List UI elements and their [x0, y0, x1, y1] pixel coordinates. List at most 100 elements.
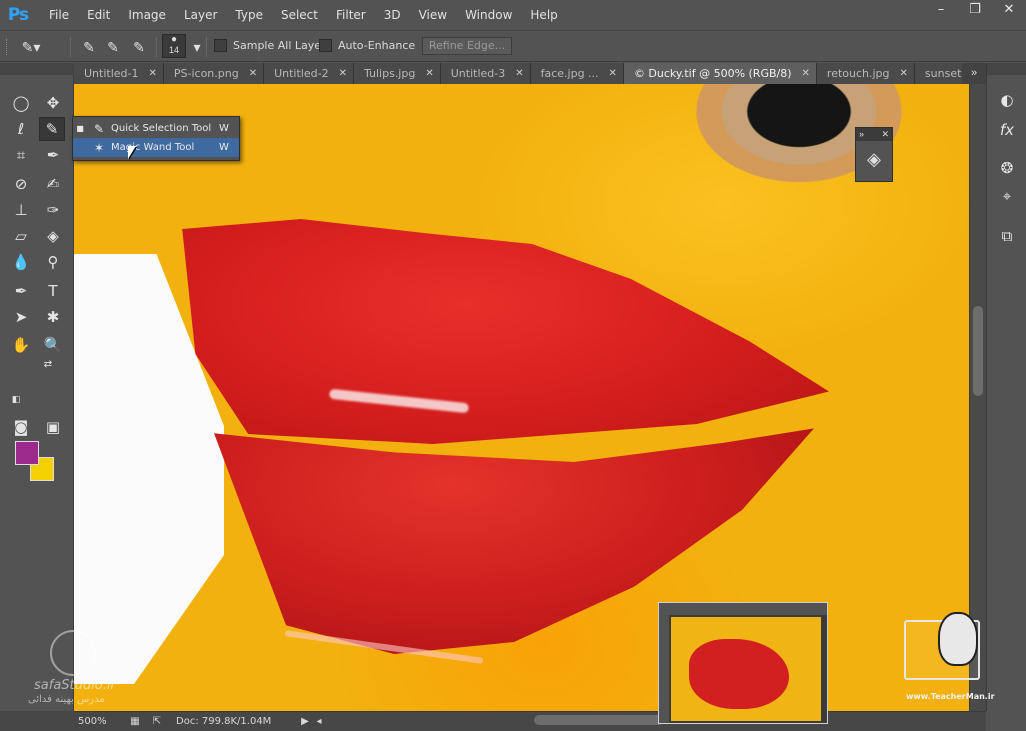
selection-tool-flyout: ■ ✎ Quick Selection Tool W ✶ Magic Wand …	[72, 116, 240, 161]
vertical-scroll-thumb[interactable]	[973, 306, 983, 396]
flyout-item-magic-wand[interactable]: ✶ Magic Wand Tool W	[73, 138, 239, 157]
tab-untitled-1[interactable]: Untitled-1 ✕	[74, 63, 164, 84]
tab-ducky[interactable]: © Ducky.tif @ 500% (RGB/8) ✕	[623, 63, 817, 84]
tab-tulips[interactable]: Tulips.jpg ✕	[353, 63, 441, 84]
move-tool-icon[interactable]: ✥	[40, 91, 66, 115]
zoom-level[interactable]: 500%	[74, 716, 124, 727]
close-window-button[interactable]: ✕	[992, 0, 1026, 22]
tab-ps-icon[interactable]: PS-icon.png ✕	[163, 63, 265, 84]
subtract-from-selection-brush-icon[interactable]: ✎	[128, 37, 150, 57]
tab-close-icon[interactable]: ✕	[802, 68, 810, 79]
tabs-overflow-button[interactable]: »	[962, 63, 986, 84]
tool-preset-picker-icon[interactable]: ✎▾	[20, 37, 42, 57]
swap-colors-icon[interactable]: ⇄	[40, 357, 56, 371]
horizontal-scroll-thumb[interactable]	[534, 715, 664, 725]
tab-close-icon[interactable]: ✕	[515, 68, 523, 79]
panel-header[interactable]: » ✕	[856, 128, 892, 141]
blur-tool-icon[interactable]: 💧	[8, 250, 34, 274]
menu-help[interactable]: Help	[521, 0, 566, 30]
zoom-tool-icon[interactable]: 🔍	[40, 333, 66, 357]
status-menu-arrow-icon[interactable]: ▶	[298, 716, 312, 727]
brush-size-value: 14	[168, 45, 179, 55]
marquee-tool-icon[interactable]: ◯	[8, 91, 34, 115]
quick-mask-icon[interactable]: ◙	[8, 415, 34, 439]
default-colors-icon[interactable]: ◧	[8, 393, 24, 407]
options-bar-grip[interactable]	[6, 39, 9, 55]
styles-fx-icon[interactable]: fx	[995, 119, 1019, 141]
refine-edge-button[interactable]: Refine Edge...	[422, 37, 512, 55]
new-selection-brush-icon[interactable]: ✎	[78, 37, 100, 57]
add-to-selection-brush-icon[interactable]: ✎	[102, 37, 124, 57]
checkbox-box[interactable]	[214, 39, 227, 52]
brush-tool-icon[interactable]: ✍	[40, 172, 66, 196]
dock-header[interactable]	[987, 63, 1026, 75]
document-canvas[interactable]	[74, 84, 969, 711]
menu-3d[interactable]: 3D	[375, 0, 410, 30]
eraser-tool-icon[interactable]: ▱	[8, 224, 34, 248]
eyedropper-tool-icon[interactable]: ✒	[40, 143, 66, 167]
toolbar-header[interactable]	[0, 63, 74, 75]
watermark-url: www.TeacherMan.ir	[906, 692, 995, 701]
horizontal-scrollbar[interactable]	[356, 715, 956, 727]
close-panel-icon[interactable]: ✕	[881, 128, 889, 141]
menu-file[interactable]: File	[40, 0, 78, 30]
pen-tool-icon[interactable]: ✒	[8, 279, 34, 303]
properties-icon[interactable]: ⧉	[995, 225, 1019, 247]
hand-tool-icon[interactable]: ✋	[8, 333, 34, 357]
menu-window[interactable]: Window	[456, 0, 521, 30]
menu-edit[interactable]: Edit	[78, 0, 119, 30]
path-selection-tool-icon[interactable]: ➤	[8, 305, 34, 329]
lasso-tool-icon[interactable]: ℓ	[8, 117, 34, 141]
menu-type[interactable]: Type	[226, 0, 272, 30]
checkbox-box[interactable]	[319, 39, 332, 52]
menu-filter[interactable]: Filter	[327, 0, 375, 30]
tab-close-icon[interactable]: ✕	[425, 68, 433, 79]
export-icon[interactable]: ⇱	[146, 716, 168, 727]
quick-selection-tool-icon[interactable]: ✎	[39, 117, 65, 141]
healing-brush-tool-icon[interactable]: ⊘	[8, 172, 34, 196]
tab-label: Untitled-2	[274, 67, 329, 80]
sample-all-layers-checkbox[interactable]: Sample All Layers	[214, 39, 331, 52]
brush-size-picker[interactable]: ● 14	[162, 34, 186, 58]
paths-icon[interactable]: ⌖	[995, 185, 1019, 207]
tab-label: face.jpg ...	[540, 67, 599, 80]
flyout-item-quick-selection[interactable]: ■ ✎ Quick Selection Tool W	[73, 119, 239, 138]
tab-face[interactable]: face.jpg ... ✕	[530, 63, 624, 84]
gpu-status-icon: ▦	[130, 716, 140, 727]
tab-close-icon[interactable]: ✕	[609, 68, 617, 79]
menu-view[interactable]: View	[410, 0, 456, 30]
tab-retouch[interactable]: retouch.jpg ✕	[816, 63, 915, 84]
restore-button[interactable]: ❐	[958, 0, 992, 22]
tools-panel: ◯ ✥ ℓ ✎ ⌗ ✒ ⊘ ✍ ⊥ ✑ ▱ ◈ 💧 ⚲ ✒ T ➤ ✱ ✋ 🔍 …	[0, 75, 74, 711]
brush-picker-chevron-icon[interactable]: ▾	[186, 37, 208, 57]
crop-tool-icon[interactable]: ⌗	[8, 143, 34, 167]
collapsed-layers-panel: » ✕ ◈	[855, 127, 893, 182]
screen-mode-icon[interactable]: ▣	[40, 415, 66, 439]
scroll-left-icon[interactable]: ◂	[312, 716, 326, 727]
tab-close-icon[interactable]: ✕	[249, 68, 257, 79]
history-brush-tool-icon[interactable]: ✑	[40, 198, 66, 222]
custom-shape-tool-icon[interactable]: ✱	[40, 305, 66, 329]
tab-untitled-2[interactable]: Untitled-2 ✕	[264, 63, 354, 84]
paint-bucket-tool-icon[interactable]: ◈	[40, 224, 66, 248]
expand-panel-icon[interactable]: »	[859, 128, 864, 141]
dodge-tool-icon[interactable]: ⚲	[40, 250, 66, 274]
safastudio-logo-icon	[50, 630, 96, 676]
clone-stamp-tool-icon[interactable]: ⊥	[8, 198, 34, 222]
foreground-color-swatch[interactable]	[15, 441, 39, 465]
menu-select[interactable]: Select	[272, 0, 327, 30]
magic-wand-icon: ✶	[93, 140, 105, 155]
type-tool-icon[interactable]: T	[40, 279, 66, 303]
adjustments-icon[interactable]: ◐	[995, 89, 1019, 111]
menu-layer[interactable]: Layer	[175, 0, 226, 30]
tab-close-icon[interactable]: ✕	[900, 68, 908, 79]
auto-enhance-checkbox[interactable]: Auto-Enhance	[319, 39, 415, 52]
tab-untitled-3[interactable]: Untitled-3 ✕	[440, 63, 531, 84]
channels-icon[interactable]: ❂	[995, 157, 1019, 179]
tab-close-icon[interactable]: ✕	[148, 68, 156, 79]
layers-icon[interactable]: ◈	[856, 141, 892, 177]
flyout-item-shortcut: W	[219, 142, 229, 153]
minimize-button[interactable]: –	[924, 0, 958, 22]
menu-image[interactable]: Image	[119, 0, 175, 30]
tab-close-icon[interactable]: ✕	[339, 68, 347, 79]
